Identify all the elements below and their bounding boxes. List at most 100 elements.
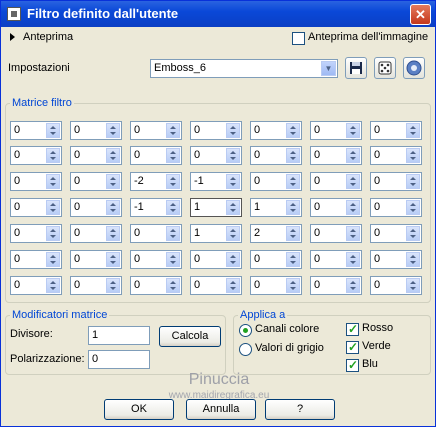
- expand-arrow-icon[interactable]: [10, 33, 15, 41]
- matrix-cell[interactable]: 0: [310, 198, 362, 217]
- spin-arrows-icon[interactable]: [406, 123, 420, 138]
- spin-arrows-icon[interactable]: [406, 148, 420, 163]
- matrix-cell[interactable]: 0: [130, 224, 182, 243]
- spin-arrows-icon[interactable]: [406, 278, 420, 293]
- spin-arrows-icon[interactable]: [406, 226, 420, 241]
- spin-arrows-icon[interactable]: [106, 252, 120, 267]
- spin-arrows-icon[interactable]: [346, 278, 360, 293]
- matrix-cell[interactable]: 0: [310, 224, 362, 243]
- matrix-cell[interactable]: 0: [310, 250, 362, 269]
- matrix-cell[interactable]: 0: [250, 250, 302, 269]
- spin-arrows-icon[interactable]: [346, 226, 360, 241]
- calculate-button[interactable]: Calcola: [159, 326, 221, 347]
- matrix-cell[interactable]: 0: [10, 172, 62, 191]
- matrix-cell[interactable]: 0: [370, 276, 422, 295]
- matrix-cell[interactable]: 0: [10, 121, 62, 140]
- spin-arrows-icon[interactable]: [166, 174, 180, 189]
- title-bar[interactable]: Filtro definito dall'utente ✕: [1, 1, 435, 27]
- spin-arrows-icon[interactable]: [286, 226, 300, 241]
- spin-arrows-icon[interactable]: [286, 200, 300, 215]
- matrix-cell[interactable]: 0: [10, 276, 62, 295]
- spin-arrows-icon[interactable]: [106, 123, 120, 138]
- green-channel-checkbox[interactable]: [346, 340, 359, 354]
- matrix-cell[interactable]: 0: [310, 146, 362, 165]
- spin-arrows-icon[interactable]: [106, 174, 120, 189]
- matrix-cell[interactable]: 0: [70, 121, 122, 140]
- spin-arrows-icon[interactable]: [346, 148, 360, 163]
- matrix-cell[interactable]: 1: [190, 198, 242, 217]
- matrix-cell[interactable]: 0: [130, 250, 182, 269]
- matrix-cell[interactable]: -1: [190, 172, 242, 191]
- spin-arrows-icon[interactable]: [106, 148, 120, 163]
- matrix-cell[interactable]: 2: [250, 224, 302, 243]
- matrix-cell[interactable]: 0: [370, 224, 422, 243]
- matrix-cell[interactable]: 1: [250, 198, 302, 217]
- matrix-cell[interactable]: 0: [370, 172, 422, 191]
- cancel-button[interactable]: Annulla: [186, 399, 256, 420]
- red-channel-checkbox[interactable]: [346, 322, 359, 336]
- matrix-cell[interactable]: 0: [250, 172, 302, 191]
- help-button[interactable]: ?: [265, 399, 335, 420]
- matrix-cell[interactable]: 0: [190, 250, 242, 269]
- matrix-cell[interactable]: 0: [130, 276, 182, 295]
- spin-arrows-icon[interactable]: [46, 174, 60, 189]
- matrix-cell[interactable]: 0: [370, 121, 422, 140]
- matrix-cell[interactable]: 0: [10, 146, 62, 165]
- matrix-cell[interactable]: 0: [70, 250, 122, 269]
- matrix-cell[interactable]: 0: [370, 146, 422, 165]
- grey-values-radio[interactable]: [239, 343, 252, 356]
- spin-arrows-icon[interactable]: [106, 200, 120, 215]
- matrix-cell[interactable]: 0: [70, 276, 122, 295]
- matrix-cell[interactable]: 0: [130, 146, 182, 165]
- matrix-cell[interactable]: 0: [130, 121, 182, 140]
- matrix-cell[interactable]: 0: [10, 250, 62, 269]
- matrix-cell[interactable]: 0: [370, 198, 422, 217]
- matrix-cell[interactable]: 0: [190, 146, 242, 165]
- spin-arrows-icon[interactable]: [346, 200, 360, 215]
- spin-arrows-icon[interactable]: [226, 200, 240, 215]
- matrix-cell[interactable]: 0: [70, 146, 122, 165]
- spin-arrows-icon[interactable]: [226, 123, 240, 138]
- matrix-cell[interactable]: 0: [250, 146, 302, 165]
- preview-toggle-label[interactable]: Anteprima: [23, 31, 73, 43]
- preset-dropdown[interactable]: Emboss_6 ▼: [150, 59, 338, 78]
- spin-arrows-icon[interactable]: [346, 123, 360, 138]
- matrix-cell[interactable]: 0: [250, 121, 302, 140]
- spin-arrows-icon[interactable]: [166, 123, 180, 138]
- spin-arrows-icon[interactable]: [166, 200, 180, 215]
- spin-arrows-icon[interactable]: [286, 174, 300, 189]
- close-button[interactable]: ✕: [410, 4, 431, 25]
- matrix-cell[interactable]: 0: [310, 276, 362, 295]
- ok-button[interactable]: OK: [104, 399, 174, 420]
- spin-arrows-icon[interactable]: [226, 226, 240, 241]
- spin-arrows-icon[interactable]: [46, 123, 60, 138]
- bias-field[interactable]: 0: [88, 350, 150, 369]
- spin-arrows-icon[interactable]: [46, 226, 60, 241]
- spin-arrows-icon[interactable]: [166, 278, 180, 293]
- spin-arrows-icon[interactable]: [406, 200, 420, 215]
- matrix-cell[interactable]: 0: [250, 276, 302, 295]
- spin-arrows-icon[interactable]: [346, 252, 360, 267]
- random-button[interactable]: [374, 57, 396, 79]
- spin-arrows-icon[interactable]: [286, 252, 300, 267]
- matrix-cell[interactable]: -2: [130, 172, 182, 191]
- reset-button[interactable]: [403, 57, 425, 79]
- spin-arrows-icon[interactable]: [106, 226, 120, 241]
- spin-arrows-icon[interactable]: [166, 226, 180, 241]
- spin-arrows-icon[interactable]: [286, 148, 300, 163]
- divisor-field[interactable]: 1: [88, 326, 150, 345]
- matrix-cell[interactable]: 0: [190, 121, 242, 140]
- matrix-cell[interactable]: 0: [10, 198, 62, 217]
- spin-arrows-icon[interactable]: [46, 148, 60, 163]
- spin-arrows-icon[interactable]: [346, 174, 360, 189]
- matrix-cell[interactable]: 0: [70, 172, 122, 191]
- chevron-down-icon[interactable]: ▼: [321, 61, 336, 76]
- spin-arrows-icon[interactable]: [226, 174, 240, 189]
- matrix-cell[interactable]: 0: [70, 224, 122, 243]
- spin-arrows-icon[interactable]: [226, 252, 240, 267]
- spin-arrows-icon[interactable]: [286, 123, 300, 138]
- spin-arrows-icon[interactable]: [106, 278, 120, 293]
- matrix-cell[interactable]: 0: [10, 224, 62, 243]
- matrix-cell[interactable]: -1: [130, 198, 182, 217]
- spin-arrows-icon[interactable]: [406, 252, 420, 267]
